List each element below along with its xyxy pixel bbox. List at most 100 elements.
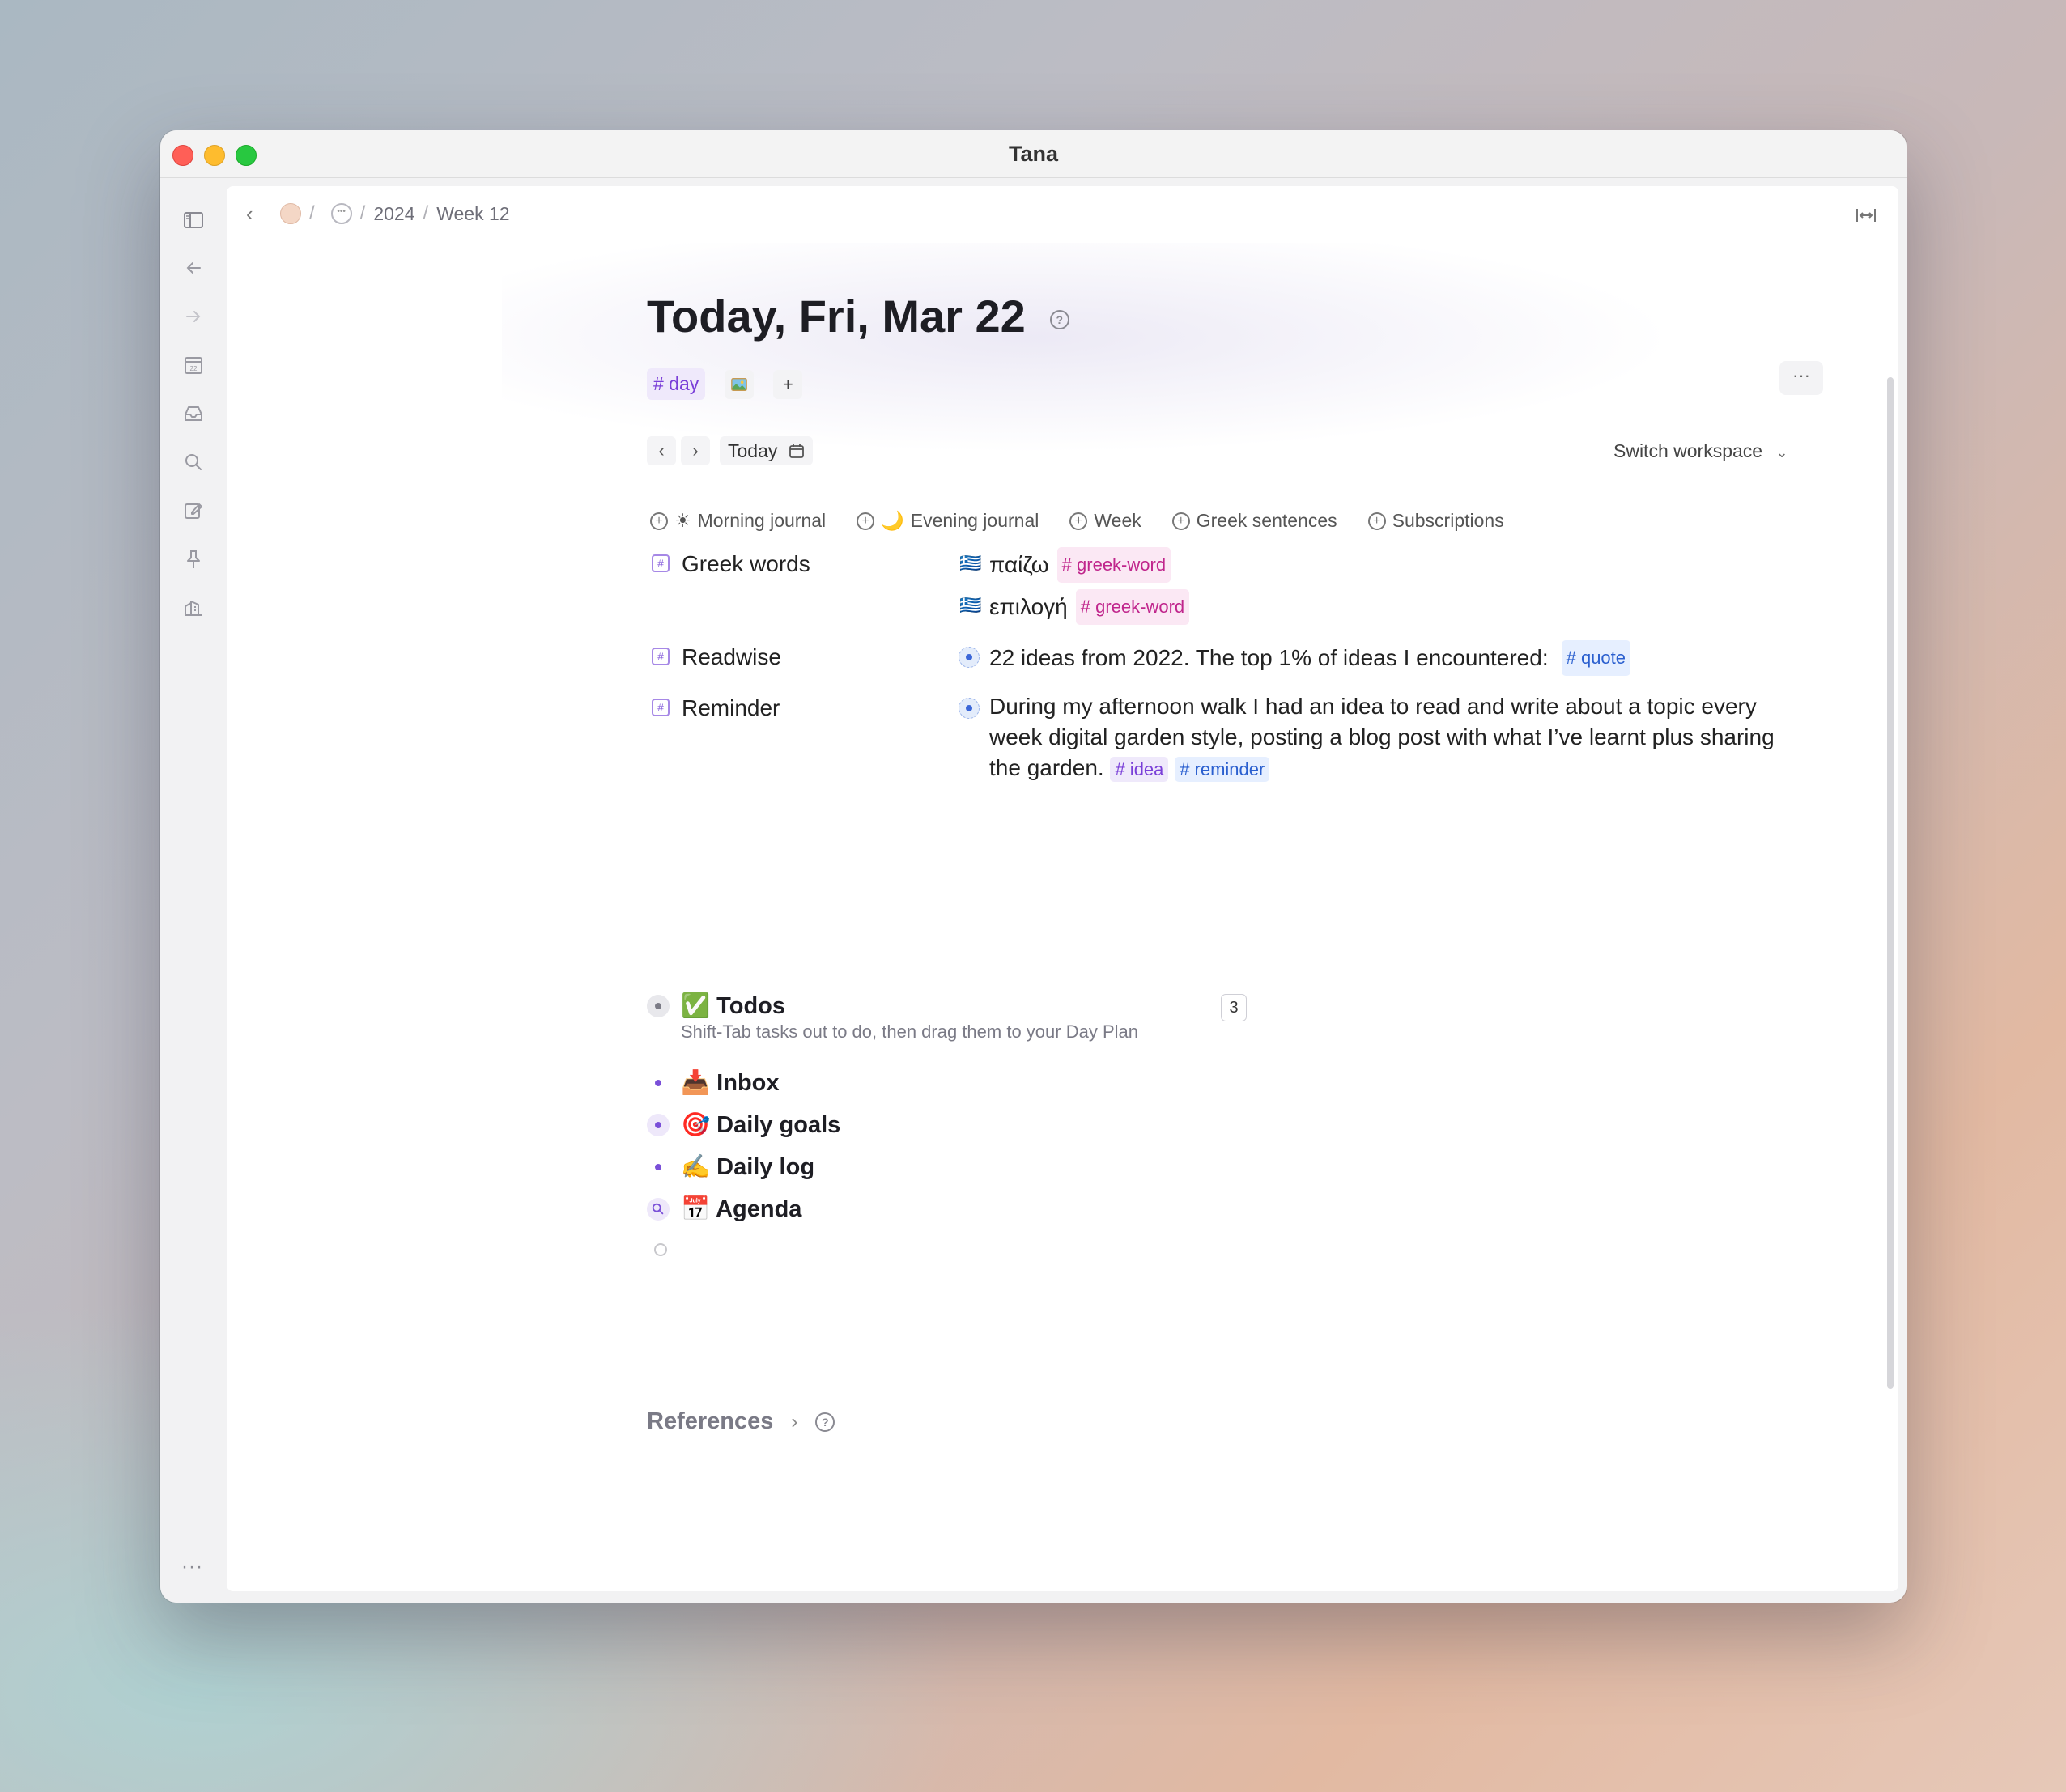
greek-word-text[interactable]: επιλογή <box>989 592 1068 622</box>
node-label[interactable]: ✅ Todos <box>681 992 785 1020</box>
help-icon[interactable]: ? <box>1049 310 1069 330</box>
back-arrow-icon[interactable] <box>182 257 205 279</box>
field-name-readwise[interactable]: Readwise <box>682 644 781 670</box>
field-name-greek-words[interactable]: Greek words <box>682 551 810 577</box>
switch-workspace-label: Switch workspace <box>1613 440 1763 461</box>
supertag-row: # day + <box>647 368 803 400</box>
inbox-tray-icon: 📥 <box>681 1070 711 1096</box>
page-title-row: Today, Fri, Mar 22? <box>647 290 1069 342</box>
edit-icon[interactable] <box>182 499 205 522</box>
quick-add-week[interactable]: + Week <box>1069 510 1141 532</box>
node-agenda: 📅 Agenda <box>647 1195 801 1223</box>
node-bullet[interactable] <box>647 1072 670 1094</box>
node-bullet[interactable] <box>647 1156 670 1178</box>
bullet-dot <box>655 1122 661 1128</box>
search-node-icon[interactable] <box>647 1198 670 1221</box>
readwise-text[interactable]: 22 ideas from 2022. The top 1% of ideas … <box>989 643 1549 673</box>
date-navigation: ‹ › Today <box>647 436 814 465</box>
calendar-emoji-icon: 📅 <box>681 1196 711 1222</box>
greek-word-tag[interactable]: # greek-word <box>1075 589 1190 625</box>
breadcrumb-item-week[interactable]: Week 12 <box>436 203 509 225</box>
node-bullet[interactable] <box>647 1114 670 1136</box>
forward-arrow-icon[interactable] <box>182 305 205 328</box>
inbox-icon[interactable] <box>182 402 205 425</box>
node-label[interactable]: 📥 Inbox <box>681 1069 780 1097</box>
add-tag-button[interactable]: + <box>773 369 803 399</box>
reminder-text[interactable]: During my afternoon walk I had an idea t… <box>989 694 1775 780</box>
breadcrumb-item-year[interactable]: 2024 <box>373 203 414 225</box>
node-label[interactable]: 📅 Agenda <box>681 1195 801 1223</box>
field-name-reminder[interactable]: Reminder <box>682 695 780 721</box>
node-daily-log: ✍️ Daily log <box>647 1153 814 1181</box>
title-bar: Tana <box>160 130 1907 178</box>
node-bullet[interactable] <box>647 995 670 1017</box>
help-icon[interactable]: ? <box>815 1412 835 1432</box>
quick-add-label: Morning journal <box>697 510 827 531</box>
window-title: Tana <box>1008 142 1058 166</box>
node-inbox: 📥 Inbox <box>647 1069 780 1097</box>
image-icon[interactable] <box>725 369 755 399</box>
quote-tag[interactable]: # quote <box>1561 640 1631 676</box>
quick-add-row: + ☀ Morning journal + 🌙 Evening journal … <box>650 510 1504 532</box>
empty-node-bullet[interactable] <box>654 1243 667 1256</box>
page-more-button[interactable]: ··· <box>1779 361 1823 395</box>
daily-log-label: Daily log <box>716 1154 815 1180</box>
node-label[interactable]: ✍️ Daily log <box>681 1153 814 1181</box>
quick-add-evening-journal[interactable]: + 🌙 Evening journal <box>857 510 1039 532</box>
chevron-right-icon[interactable]: › <box>791 1411 797 1433</box>
references-label[interactable]: References <box>647 1408 773 1435</box>
scrollbar[interactable] <box>1887 377 1894 1389</box>
calendar-icon[interactable] <box>789 443 805 459</box>
daily-goals-label: Daily goals <box>716 1112 841 1138</box>
search-icon[interactable] <box>182 451 205 473</box>
references-section: References › ? <box>647 1408 835 1435</box>
reminder-tag[interactable]: # reminder <box>1175 757 1270 782</box>
reference-bullet-icon[interactable] <box>959 698 980 719</box>
breadcrumb-more-icon[interactable]: ••• <box>330 203 352 224</box>
day-supertag[interactable]: # day <box>647 368 706 400</box>
calendar-icon[interactable]: 22 <box>182 354 205 376</box>
today-button[interactable]: Today <box>720 436 814 465</box>
idea-tag[interactable]: # idea <box>1110 757 1169 782</box>
switch-workspace-dropdown[interactable]: Switch workspace ⌄ <box>1613 440 1788 462</box>
avatar[interactable] <box>280 203 301 224</box>
todos-label: Todos <box>716 993 786 1019</box>
quick-add-greek-sentences[interactable]: + Greek sentences <box>1171 510 1337 532</box>
sidebar-toggle-icon[interactable] <box>182 209 205 231</box>
add-circle-icon: + <box>1069 512 1088 530</box>
main-panel: ‹ / ••• / 2024 / Week 12 Today, Fri, Mar… <box>227 186 1898 1591</box>
breadcrumb: ‹ / ••• / 2024 / Week 12 <box>246 199 510 228</box>
greek-flag-icon: 🇬🇷 <box>959 553 982 573</box>
field-hash-icon: # <box>652 699 670 716</box>
check-mark-icon: ✅ <box>681 993 711 1019</box>
next-day-button[interactable]: › <box>681 436 710 465</box>
breadcrumb-separator: / <box>309 202 315 224</box>
bullet-dot <box>655 1080 661 1086</box>
greek-flag-icon: 🇬🇷 <box>959 595 982 615</box>
writing-hand-icon: ✍️ <box>681 1154 711 1180</box>
greek-word-tag[interactable]: # greek-word <box>1056 547 1171 583</box>
field-value-row: παίζω # greek-word <box>989 547 1171 583</box>
quick-add-subscriptions[interactable]: + Subscriptions <box>1367 510 1504 532</box>
svg-text:22: 22 <box>190 365 198 372</box>
page-title[interactable]: Today, Fri, Mar 22 <box>647 291 1026 342</box>
previous-day-button[interactable]: ‹ <box>647 436 676 465</box>
add-circle-icon: + <box>1367 512 1386 530</box>
chevron-down-icon: ⌄ <box>1775 444 1788 461</box>
greek-word-text[interactable]: παίζω <box>989 550 1049 580</box>
todos-count-badge[interactable]: 3 <box>1221 994 1247 1021</box>
node-label[interactable]: 🎯 Daily goals <box>681 1111 840 1139</box>
field-value-row: επιλογή # greek-word <box>989 589 1190 625</box>
reference-bullet-icon[interactable] <box>959 647 980 668</box>
sidebar-more-button[interactable]: ··· <box>181 1556 203 1578</box>
node-todos: ✅ Todos <box>647 992 785 1020</box>
pin-icon[interactable] <box>182 548 205 571</box>
breadcrumb-back-button[interactable]: ‹ <box>246 202 270 227</box>
quick-add-morning-journal[interactable]: + ☀ Morning journal <box>650 510 826 532</box>
expand-width-icon[interactable] <box>1855 206 1877 225</box>
app-window: Tana 22 ··· ‹ / ••• / 2024 / Week 12 Tod… <box>160 130 1907 1603</box>
workspace-icon[interactable] <box>182 597 205 619</box>
left-sidebar: 22 ··· <box>160 178 227 1603</box>
reminder-text-block: During my afternoon walk I had an idea t… <box>989 691 1799 785</box>
quick-add-label: Evening journal <box>910 510 1039 531</box>
